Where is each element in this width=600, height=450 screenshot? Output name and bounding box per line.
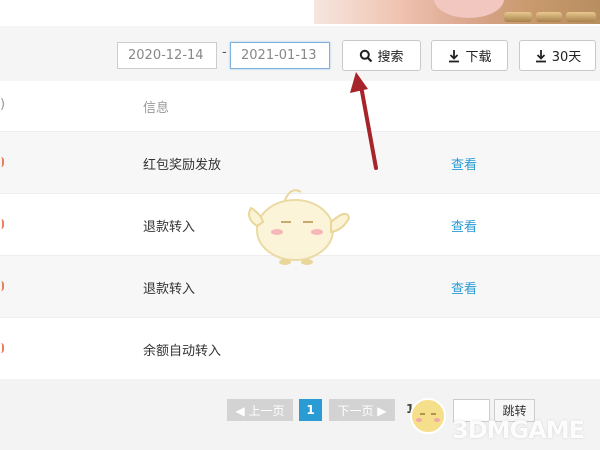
coin-stack	[536, 12, 562, 22]
prev-page-button[interactable]: ◀ 上一页	[227, 399, 293, 421]
view-link[interactable]: 查看	[451, 216, 477, 235]
site-watermark: 3DMGAME	[452, 416, 585, 444]
coin-stack	[504, 12, 532, 22]
amount-cell-edge	[0, 157, 4, 167]
view-link[interactable]: 查看	[451, 278, 477, 297]
download-button-label: 下载	[465, 50, 492, 65]
table-row: 余额自动转入	[0, 317, 600, 379]
download-icon	[535, 49, 546, 62]
piggy-bank-image	[434, 0, 504, 18]
page-1-button[interactable]: 1	[299, 399, 322, 421]
end-date-input[interactable]: 2021-01-13	[230, 42, 330, 69]
promo-banner-image[interactable]	[314, 0, 600, 24]
view-link[interactable]: 查看	[451, 154, 477, 173]
row-message: 退款转入	[143, 282, 196, 297]
last-30-days-button[interactable]: 30天	[519, 40, 596, 71]
date-separator: -	[222, 45, 227, 60]
search-button[interactable]: 搜索	[342, 40, 421, 71]
row-message: 余额自动转入	[143, 344, 222, 359]
chick-mascot-watermark	[248, 189, 351, 265]
watermark-chick-icon	[410, 398, 446, 434]
table-header: ) 信息	[0, 81, 600, 131]
row-message: 退款转入	[143, 220, 196, 235]
row-message: 红包奖励发放	[143, 158, 222, 173]
amount-cell-edge	[0, 219, 4, 229]
coin-stack	[566, 12, 596, 22]
search-button-label: 搜索	[377, 50, 404, 65]
info-column-header: 信息	[143, 101, 170, 116]
last-30-days-label: 30天	[551, 50, 582, 65]
search-icon	[360, 49, 373, 62]
amount-cell-edge	[0, 281, 4, 291]
amount-column-header: )	[0, 97, 6, 112]
download-button[interactable]: 下载	[431, 40, 508, 71]
amount-cell-edge	[0, 343, 4, 353]
start-date-input[interactable]: 2020-12-14	[117, 42, 217, 69]
next-page-button[interactable]: 下一页 ▶	[329, 399, 395, 421]
download-icon	[449, 49, 460, 62]
